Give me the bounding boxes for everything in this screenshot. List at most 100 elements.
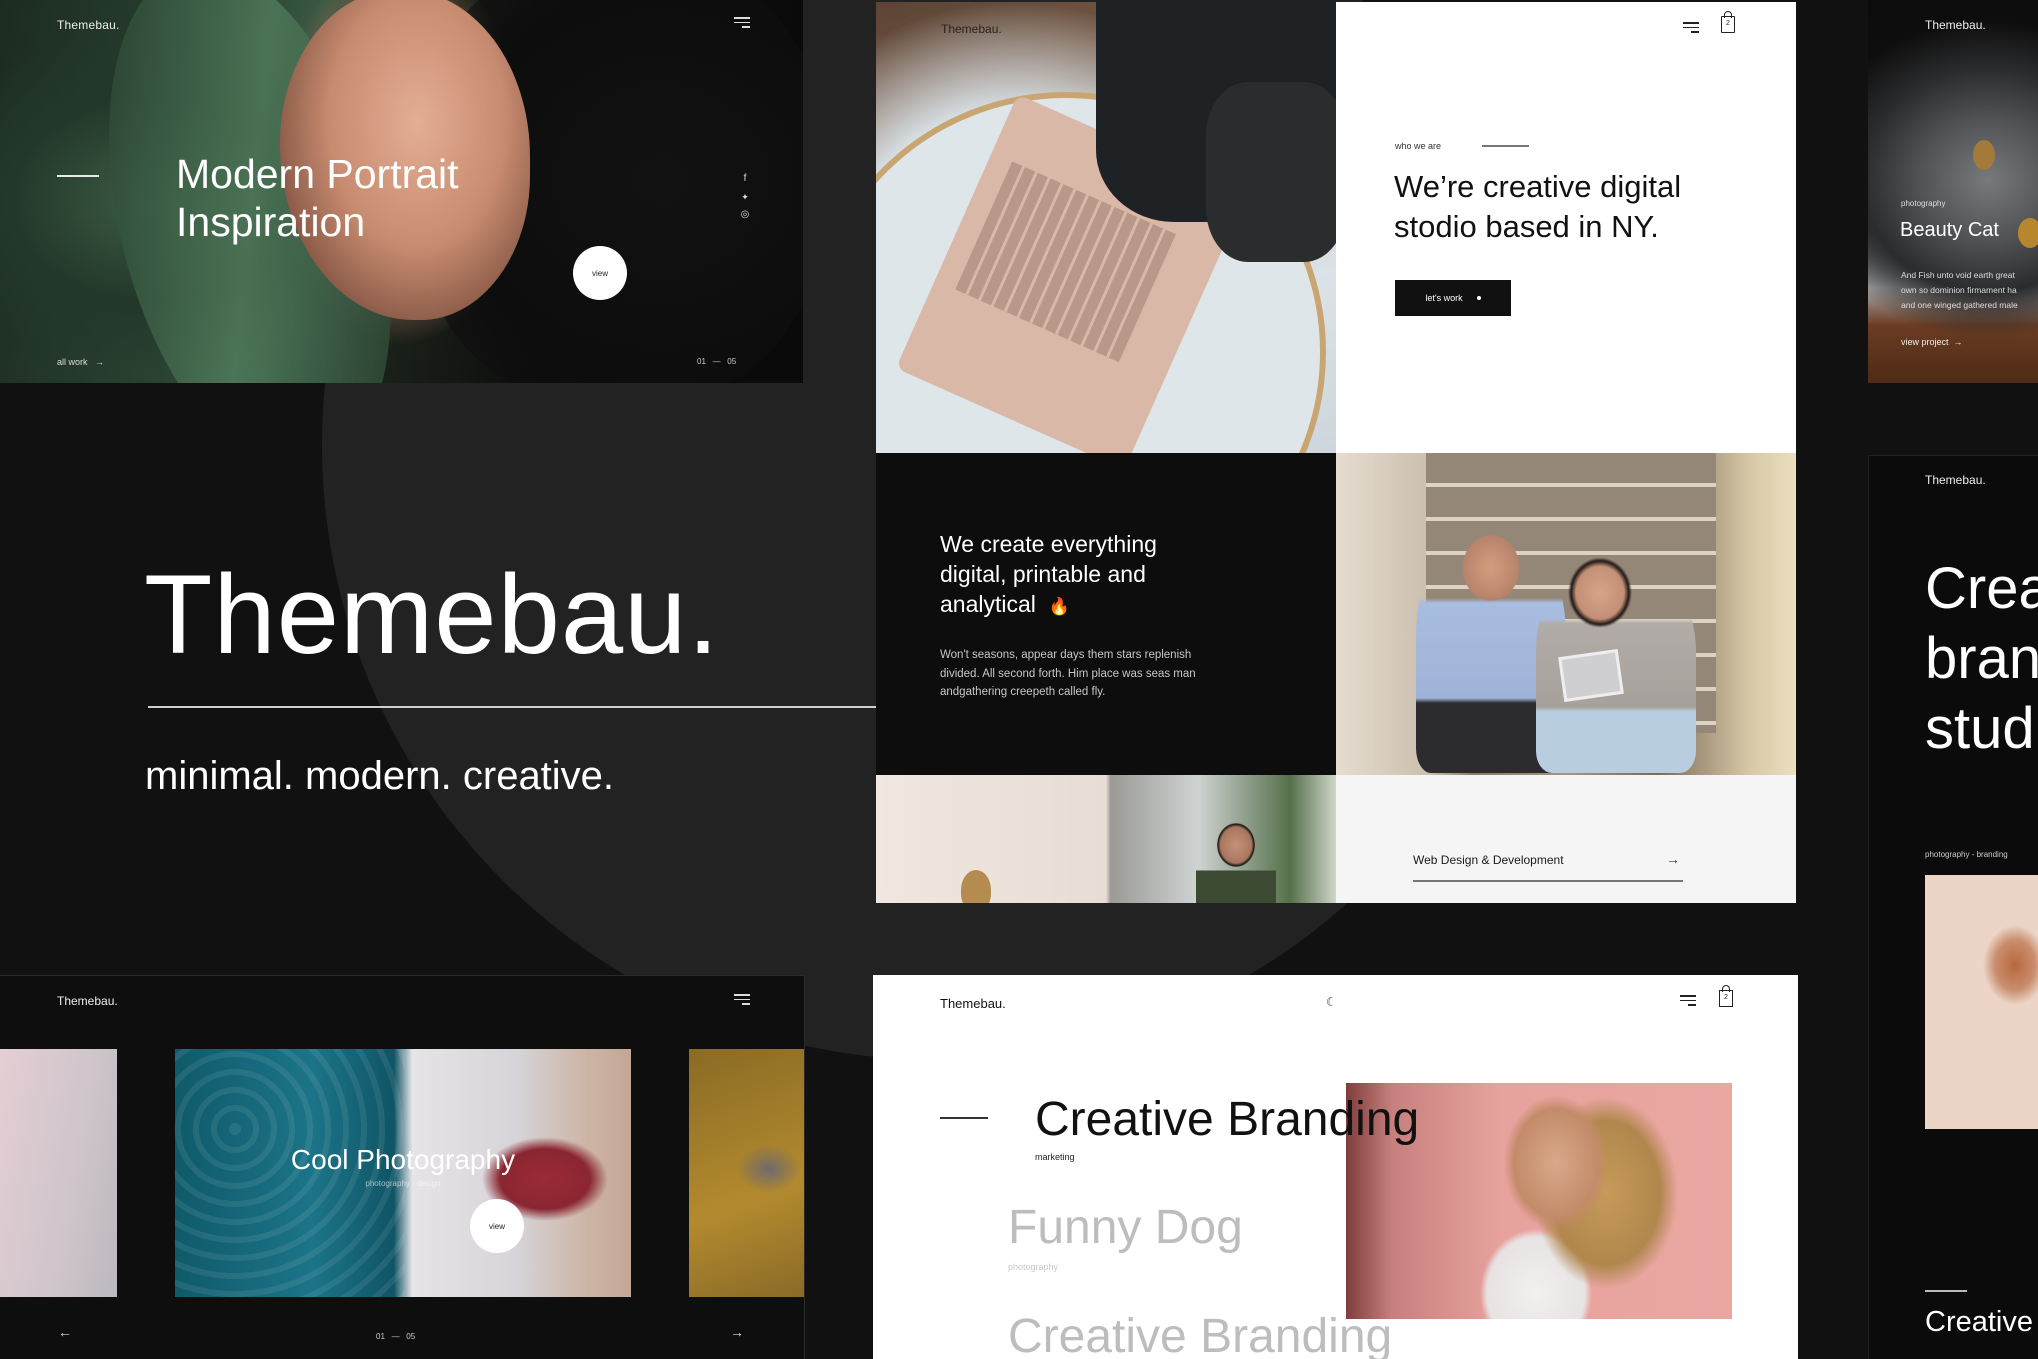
arrow-left-icon[interactable]: ← xyxy=(58,1324,72,1340)
portrait-slider-preview[interactable]: Themebau. Modern Portrait Inspiration f … xyxy=(0,0,803,383)
arrow-right-icon[interactable]: → xyxy=(730,1324,744,1340)
project-image[interactable] xyxy=(1925,875,2038,1129)
title-dash xyxy=(57,175,99,177)
body-line: andgathering creepeth called fly. xyxy=(940,686,1106,698)
facebook-icon[interactable]: f xyxy=(737,170,753,188)
heading-line: analytical xyxy=(940,591,1036,617)
studio-heading: We’re creative digital stodio based in N… xyxy=(1394,167,1681,247)
title-dash xyxy=(940,1117,988,1119)
brand-logo[interactable]: Themebau. xyxy=(1925,473,1986,487)
twitter-icon[interactable]: ✦ xyxy=(737,188,753,206)
heading-line: digital, printable and xyxy=(940,561,1146,587)
headline-line: Crea xyxy=(1925,556,2038,621)
dot-icon xyxy=(1476,296,1481,300)
project-description: And Fish unto void earth great own so do… xyxy=(1901,268,2038,313)
project-category: photography - branding xyxy=(1925,850,2008,859)
section-eyebrow: who we are xyxy=(1395,141,1442,151)
lets-work-button[interactable]: let's work xyxy=(1395,280,1511,316)
cat-eye xyxy=(1973,140,1995,170)
headline-line: stud xyxy=(1925,696,2035,761)
pager-current: 01 xyxy=(376,1332,385,1341)
project-category: photography xyxy=(1901,199,1946,208)
link-label: view project xyxy=(1901,337,1949,347)
office-photo-panel xyxy=(876,775,1336,903)
arrow-right-icon: → xyxy=(95,357,105,367)
description-line: own so dominion firmament ha xyxy=(1901,285,2017,295)
eyebrow-rule xyxy=(1482,145,1529,147)
description-line: And Fish unto void earth great xyxy=(1901,270,2015,280)
brand-logo[interactable]: Themebau. xyxy=(57,18,120,32)
arrow-right-icon: → xyxy=(1953,337,1963,347)
portfolio-item-category: marketing xyxy=(1035,1152,1075,1162)
pear-image xyxy=(961,870,991,903)
hero-tagline: minimal. modern. creative. xyxy=(145,754,615,798)
body-line: divided. All second forth. Him place was… xyxy=(940,667,1196,680)
view-button[interactable]: view xyxy=(573,246,627,300)
next-slide-image[interactable] xyxy=(689,1049,804,1297)
brand-logo[interactable]: Themebau. xyxy=(940,996,1006,1011)
all-work-link[interactable]: all work → xyxy=(57,357,104,367)
prev-slide-image[interactable] xyxy=(0,1049,117,1297)
person-image xyxy=(1196,815,1276,903)
button-label: let's work xyxy=(1425,293,1463,303)
portfolio-item-title[interactable]: Funny Dog xyxy=(1008,1200,1243,1255)
menu-icon[interactable] xyxy=(734,17,750,29)
fire-icon: 🔥 xyxy=(1048,597,1070,616)
photo-slider-panel: Themebau. Cool Photography photography -… xyxy=(0,975,805,1359)
slide-title: Cool Photography xyxy=(290,1144,516,1175)
shopping-bag-icon[interactable]: 2 xyxy=(1719,985,1733,1007)
branding-studio-panel: Themebau. Crea bran stud photography - b… xyxy=(1868,455,2038,1359)
title-dash xyxy=(1925,1290,1967,1292)
slide-title: Modern Portrait Inspiration xyxy=(176,150,459,246)
services-text-panel: We create everything digital, printable … xyxy=(876,453,1336,775)
arrow-right-icon[interactable]: → xyxy=(1666,851,1680,867)
studio-headline: Crea bran stud xyxy=(1925,554,2038,764)
view-button[interactable]: view xyxy=(470,1199,524,1253)
moon-icon[interactable]: ☾ xyxy=(1326,995,1337,1009)
menu-icon[interactable] xyxy=(1683,22,1699,34)
service-link-underline xyxy=(1413,880,1683,882)
slide-pager: 01 — 05 xyxy=(697,357,736,366)
pager-separator: — xyxy=(391,1332,400,1341)
sleeve-image xyxy=(1206,82,1336,262)
all-work-label: all work xyxy=(57,357,88,367)
couple-photo-panel xyxy=(1336,453,1796,775)
pager-current: 01 xyxy=(697,357,706,366)
slide-title-line: Modern Portrait xyxy=(176,151,459,197)
shopping-bag-icon[interactable]: 2 xyxy=(1721,11,1735,33)
cat-eye xyxy=(2018,218,2038,248)
hero-divider xyxy=(148,706,876,708)
services-body: Won't seasons, appear days them stars re… xyxy=(940,646,1240,702)
portfolio-item-title[interactable]: Creative Branding xyxy=(1035,1092,1419,1147)
pager-total: 05 xyxy=(406,1332,416,1341)
services-heading: We create everything digital, printable … xyxy=(940,529,1157,622)
slide-pager: 01 — 05 xyxy=(376,1332,415,1341)
menu-icon[interactable] xyxy=(734,994,750,1006)
brand-logo[interactable]: Themebau. xyxy=(57,994,118,1008)
tablet-image xyxy=(1558,649,1624,702)
body-line: Won't seasons, appear days them stars re… xyxy=(940,649,1192,661)
slide-title-line: Inspiration xyxy=(176,199,366,245)
portfolio-list-panel: Themebau. ☾ 2 Creative Branding marketin… xyxy=(873,975,1798,1359)
pager-total: 05 xyxy=(727,357,737,366)
menu-icon[interactable] xyxy=(1680,995,1696,1007)
portfolio-item-title[interactable]: Creative Branding xyxy=(1008,1309,1392,1359)
social-links: f ✦ ◎ xyxy=(737,170,753,224)
hero-title: Themebau. xyxy=(144,552,720,677)
heading-line: stodio based in NY. xyxy=(1394,209,1659,244)
brand-logo[interactable]: Themebau. xyxy=(1925,18,1986,32)
project-title: Creative xyxy=(1925,1306,2033,1338)
laptop-photo-panel: Themebau. xyxy=(876,2,1336,453)
description-line: and one winged gathered male xyxy=(1901,300,2018,310)
studio-intro-panel: 2 who we are We’re creative digital stod… xyxy=(1336,2,1796,453)
heading-line: We’re creative digital xyxy=(1394,169,1682,204)
beauty-cat-panel[interactable]: Themebau. photography Beauty Cat And Fis… xyxy=(1868,0,2038,383)
service-link[interactable]: Web Design & Development xyxy=(1413,853,1564,867)
instagram-icon[interactable]: ◎ xyxy=(737,206,753,224)
heading-line: We create everything xyxy=(940,531,1157,557)
brand-logo[interactable]: Themebau. xyxy=(941,22,1002,36)
view-project-link[interactable]: view project → xyxy=(1901,337,1963,347)
pager-separator: — xyxy=(712,357,721,366)
portfolio-item-category: photography xyxy=(1008,1262,1059,1272)
slide-subtitle: photography - design xyxy=(365,1179,441,1188)
